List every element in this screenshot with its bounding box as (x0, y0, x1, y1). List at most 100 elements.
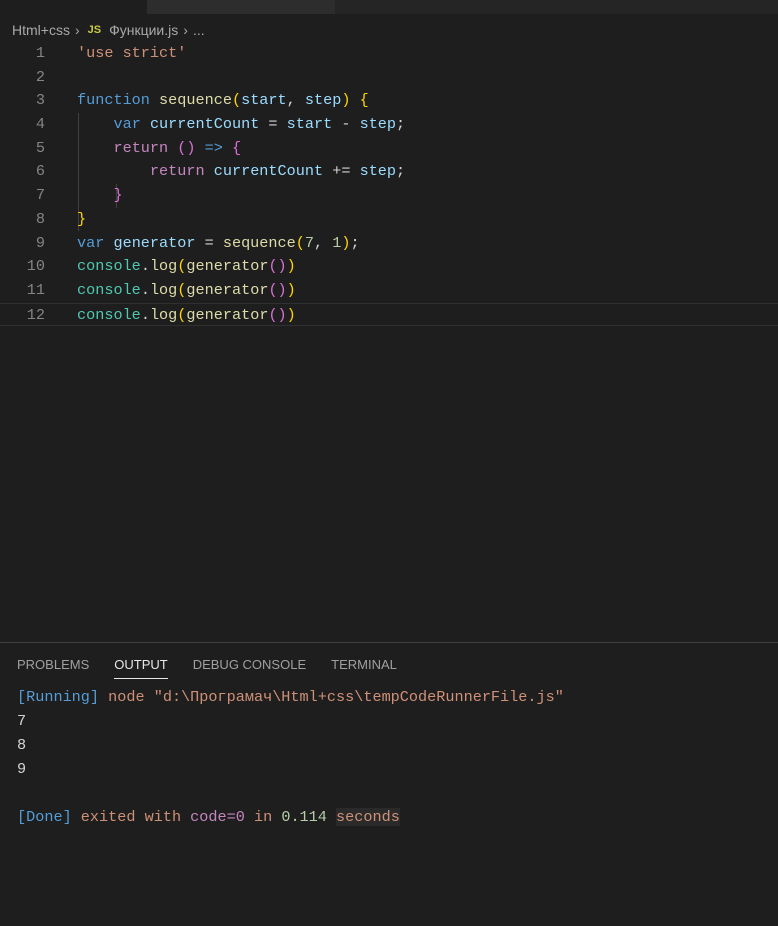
code-text: console.log(generator()) (77, 279, 296, 303)
code-line[interactable]: 3 function sequence(start, step) { (0, 89, 778, 113)
code-token: => (195, 138, 232, 157)
code-token: ( (231, 91, 242, 110)
code-token: () (268, 280, 287, 299)
editor-tab-active[interactable] (0, 0, 147, 14)
line-number: 5 (35, 138, 45, 157)
command-text: node "d:\Програмач\Html+css\tempCodeRunn… (99, 688, 564, 706)
code-token: += (323, 162, 360, 181)
exit-code: code=0 (190, 808, 245, 826)
code-token: generator (186, 257, 269, 276)
exited-text: exited with (71, 808, 191, 826)
line-number: 9 (35, 233, 45, 252)
code-token: start (286, 115, 333, 134)
output-line-done: [Done] exited with code=0 in 0.114 secon… (17, 805, 564, 829)
code-token: } (113, 186, 123, 205)
code-line[interactable]: 11 console.log(generator()) (0, 279, 778, 303)
code-token: 'use strict' (77, 44, 187, 62)
code-token: generator (113, 233, 196, 252)
code-text: var currentCount = start - step; (77, 113, 405, 137)
line-number: 3 (35, 91, 45, 110)
panel-tab-output[interactable]: OUTPUT (114, 657, 168, 679)
code-line[interactable]: 12 console.log(generator()) (0, 302, 778, 328)
breadcrumb: Html+css › JS Функции.js › ... (12, 20, 205, 40)
code-token: var (77, 233, 114, 252)
code-token: return (113, 138, 178, 157)
running-tag: [Running] (17, 688, 100, 706)
in-text: in (244, 808, 282, 826)
code-line[interactable]: 10 console.log(generator()) (0, 255, 778, 279)
code-text: } (77, 208, 86, 232)
panel-tab-debug-console[interactable]: DEBUG CONSOLE (193, 657, 306, 679)
panel-tab-problems[interactable]: PROBLEMS (17, 657, 89, 679)
js-file-icon: JS (87, 24, 102, 36)
code-text: 'use strict' (77, 42, 186, 66)
line-number: 2 (35, 67, 45, 86)
code-token: . (140, 280, 150, 299)
code-token: ) (286, 257, 296, 276)
code-token: step (304, 91, 342, 110)
code-token: return (149, 162, 214, 181)
code-text: return currentCount += step; (77, 160, 405, 184)
code-line[interactable]: 2 (0, 66, 778, 90)
code-line[interactable]: 1 'use strict' (0, 42, 778, 66)
breadcrumb-folder[interactable]: Html+css (12, 22, 70, 38)
code-token: 1 (332, 233, 342, 252)
output-panel: PROBLEMS OUTPUT DEBUG CONSOLE TERMINAL [Run… (0, 642, 778, 926)
code-line[interactable]: 8} (0, 208, 778, 232)
code-token: console (77, 280, 141, 299)
code-token: , (286, 91, 305, 110)
code-token: log (149, 257, 178, 276)
line-number: 4 (35, 115, 45, 134)
code-line[interactable]: 5 return () => { (0, 137, 778, 161)
code-token: generator (186, 305, 269, 324)
code-text: var generator = sequence(7, 1); (77, 232, 360, 256)
code-text: console.log(generator()) (77, 255, 296, 279)
code-token: function (77, 91, 160, 110)
code-line[interactable]: 6 return currentCount += step; (0, 160, 778, 184)
done-tag: [Done] (17, 808, 72, 826)
code-line[interactable]: 9 var generator = sequence(7, 1); (0, 232, 778, 256)
code-line[interactable]: 7 } (0, 184, 778, 208)
code-token: - (332, 115, 360, 134)
code-token: , (314, 233, 333, 252)
code-text: console.log(generator()) (77, 304, 296, 328)
code-token: ) (341, 233, 351, 252)
breadcrumb-more[interactable]: ... (193, 22, 205, 38)
code-token: { (359, 91, 369, 110)
panel-tabs: PROBLEMS OUTPUT DEBUG CONSOLE TERMINAL (17, 657, 397, 679)
code-text: function sequence(start, step) { (77, 89, 369, 113)
code-token: console (77, 305, 141, 324)
editor-tab-bar (0, 0, 778, 14)
editor-tab[interactable] (147, 0, 335, 14)
line-number: 10 (26, 257, 45, 276)
code-editor[interactable]: 1 'use strict' 2 3 function sequence(start, … (0, 42, 778, 328)
code-text: return () => { (77, 137, 241, 161)
code-token: () (177, 138, 196, 157)
code-token: sequence (222, 233, 296, 252)
output-result: 9 (17, 760, 27, 778)
output-log[interactable]: [Running] node "d:\Програмач\Html+css\te… (17, 685, 564, 829)
code-token: ; (350, 233, 360, 252)
code-token: ) (286, 280, 296, 299)
code-token: currentCount (149, 115, 260, 134)
line-number: 11 (26, 280, 45, 299)
code-line[interactable]: 4 var currentCount = start - step; (0, 113, 778, 137)
code-token: . (140, 305, 150, 324)
code-token: ; (396, 115, 406, 134)
chevron-right-icon: › (183, 22, 188, 38)
line-number: 6 (35, 162, 45, 181)
code-token: = (259, 115, 287, 134)
code-token: console (77, 257, 141, 276)
code-token: ) (286, 305, 296, 324)
code-token: () (268, 305, 287, 324)
output-line-running: [Running] node "d:\Програмач\Html+css\te… (17, 685, 564, 709)
breadcrumb-file[interactable]: Функции.js (109, 22, 178, 38)
seconds-text: seconds (336, 808, 400, 826)
code-token: . (140, 257, 150, 276)
output-result: 8 (17, 736, 27, 754)
panel-tab-terminal[interactable]: TERMINAL (331, 657, 397, 679)
elapsed-time: 0.114 (281, 808, 327, 826)
code-token: ; (396, 162, 406, 181)
